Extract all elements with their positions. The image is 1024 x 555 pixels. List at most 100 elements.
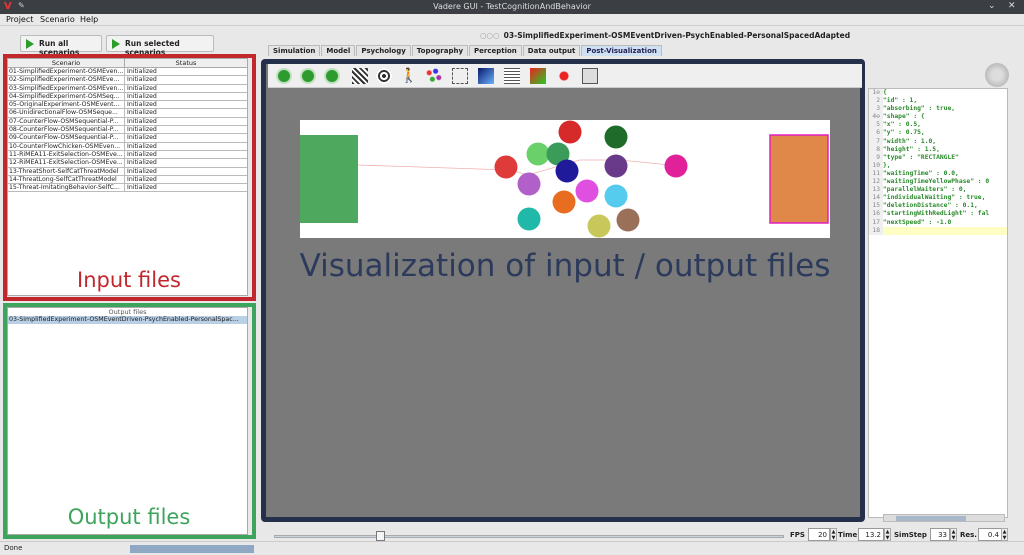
target-area [769, 134, 829, 224]
code-line: 8 "height" : 1.5, [869, 145, 1007, 154]
time-field[interactable]: 13.2 [858, 528, 884, 541]
line-number: 1⊖ [869, 89, 883, 98]
code-line: 12 "waitingTimeYellowPhase" : 0 [869, 178, 1007, 187]
time-stepper[interactable]: ▲ ▼ [884, 528, 891, 541]
close-icon[interactable]: ✕ [1008, 1, 1016, 11]
density-icon[interactable] [478, 68, 494, 84]
screenshot-icon[interactable] [582, 68, 598, 84]
code-text: "type" : "RECTANGLE" [883, 153, 959, 161]
pedestrian-marker[interactable] [494, 155, 518, 179]
code-text: { [883, 89, 887, 96]
tab-psychology[interactable]: Psychology [356, 45, 411, 56]
fps-stepper[interactable]: ▲ ▼ [830, 528, 837, 541]
code-text: "id" : 1, [883, 97, 918, 105]
pedestrian-marker[interactable] [604, 125, 628, 149]
pedestrian-marker[interactable] [517, 207, 541, 231]
menu-project[interactable]: Project [6, 15, 33, 24]
play-icon[interactable] [276, 68, 292, 84]
scenario-name: 03-SimplifiedExperiment-OSMEventDriven-P… [503, 31, 851, 40]
potential-field-icon[interactable] [530, 68, 546, 84]
playback-bar: FPS 20 ▲ ▼ Time 13.2 ▲ ▼ SimStep 33 ▲ ▼ Res… [268, 526, 1008, 542]
code-line: 10}, [869, 161, 1007, 170]
pedestrian-marker[interactable] [664, 154, 688, 178]
pedestrian-marker[interactable] [552, 190, 576, 214]
code-text: "nextSpeed" : -1.0 [883, 218, 952, 226]
code-line: 5 "x" : 0.5, [869, 121, 1007, 130]
line-number: 18 [869, 226, 883, 235]
line-number: 14 [869, 194, 883, 203]
line-number: 6 [869, 129, 883, 138]
minimize-icon[interactable]: ⌄ [988, 1, 996, 11]
run-selected-button[interactable]: Run selected scenarios [106, 35, 214, 57]
code-line: 13 "parallelWaiters" : 0, [869, 186, 1007, 195]
loading-spinner-icon [985, 63, 1009, 87]
code-line: 11 "waitingTime" : 0.0, [869, 169, 1007, 179]
pedestrian-marker[interactable] [604, 154, 628, 178]
res-label: Res. [960, 531, 977, 539]
output-files-annotation: Output files [67, 505, 191, 529]
obstacle-texture-icon[interactable] [352, 68, 368, 84]
line-number: 16 [869, 210, 883, 219]
code-line: 6 "y" : 0.75, [869, 129, 1007, 138]
code-line: 3 "absorbing" : true, [869, 105, 1007, 114]
tab-data-output[interactable]: Data output [522, 45, 581, 56]
pedestrian-marker[interactable] [604, 184, 628, 208]
stop-icon[interactable] [324, 68, 340, 84]
tab-topography[interactable]: Topography [411, 45, 469, 56]
scenario-title: ○○○ 03-SimplifiedExperiment-OSMEventDrive… [480, 31, 850, 40]
tab-post-visualization[interactable]: Post-Visualization [581, 45, 662, 56]
pedestrian-marker[interactable] [587, 214, 611, 238]
time-slider-knob[interactable] [376, 531, 385, 541]
code-line: 18 [869, 226, 1007, 235]
time-slider[interactable] [274, 535, 784, 538]
res-field[interactable]: 0.4 [978, 528, 1002, 541]
res-stepper[interactable]: ▲ ▼ [1001, 528, 1008, 541]
progress-bar [130, 545, 254, 553]
pedestrian-marker[interactable] [558, 120, 582, 144]
tab-perception[interactable]: Perception [469, 45, 522, 56]
topography-canvas[interactable] [300, 120, 830, 238]
pedestrian-marker[interactable] [517, 172, 541, 196]
line-number: 7 [869, 137, 883, 146]
line-number: 17 [869, 218, 883, 227]
code-line: 9 "type" : "RECTANGLE" [869, 153, 1007, 162]
editor-horizontal-scrollbar[interactable] [883, 514, 1005, 522]
code-text: "waitingTimeYellowPhase" : 0 [883, 178, 990, 186]
line-number: 10 [869, 161, 883, 170]
status-text: Done [4, 544, 23, 552]
pedestrian-marker[interactable] [575, 179, 599, 203]
json-editor[interactable]: 1⊖{2 "id" : 1, 3 "absorbing" : true, 4⊖ "shap… [868, 88, 1008, 518]
simstep-field[interactable]: 33 [930, 528, 950, 541]
menu-scenario[interactable]: Scenario [40, 15, 75, 24]
simstep-stepper[interactable]: ▲ ▼ [950, 528, 957, 541]
tab-simulation[interactable]: Simulation [268, 45, 321, 56]
line-number: 13 [869, 186, 883, 195]
selection-icon[interactable] [452, 68, 468, 84]
trajectories-icon[interactable] [376, 68, 392, 84]
title-bar: V ✎ Vadere GUI - TestCognitionAndBehavio… [0, 0, 1024, 14]
code-text: "x" : 0.5, [883, 121, 921, 129]
pause-icon[interactable] [300, 68, 316, 84]
pedestrian-marker[interactable] [526, 142, 550, 166]
visualization-annotation: Visualization of input / output files [299, 248, 831, 284]
window-title: Vadere GUI - TestCognitionAndBehavior [433, 2, 591, 11]
pedestrian-marker[interactable] [616, 208, 640, 232]
run-all-button[interactable]: Run all scenarios [20, 35, 102, 57]
fps-field[interactable]: 20 [808, 528, 830, 541]
menu-help[interactable]: Help [80, 15, 98, 24]
pedestrian-marker[interactable] [555, 159, 579, 183]
input-files-annotation: Input files [77, 268, 181, 292]
tab-model[interactable]: Model [321, 45, 356, 56]
code-text: "startingWithRedLight" : fal [883, 210, 990, 218]
grid-icon[interactable] [504, 68, 520, 84]
code-text: "y" : 0.75, [883, 129, 925, 137]
groups-icon[interactable] [426, 68, 442, 84]
line-number: 2 [869, 97, 883, 106]
code-text [883, 226, 1007, 235]
line-number: 9 [869, 153, 883, 162]
output-files-highlight [3, 303, 256, 539]
fps-label: FPS [790, 531, 805, 539]
record-icon[interactable] [556, 68, 572, 84]
simstep-label: SimStep [894, 531, 927, 539]
pedestrian-icon[interactable]: 🚶 [400, 68, 417, 84]
